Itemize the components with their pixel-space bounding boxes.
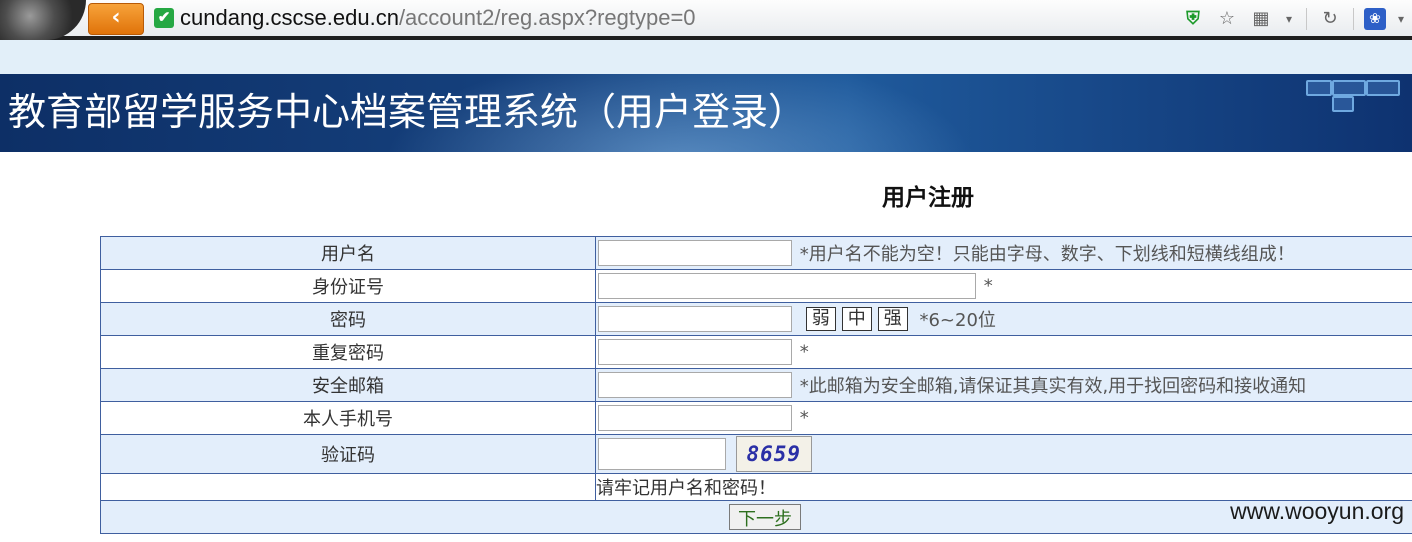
username-hint: *用户名不能为空！只能由字母、数字、下划线和短横线组成！ <box>799 244 1295 265</box>
browser-logo-icon <box>0 0 86 40</box>
secure-check-icon: ✔ <box>154 8 174 28</box>
page-title: 用户注册 <box>882 185 974 211</box>
form-row-username: 用户名 *用户名不能为空！只能由字母、数字、下划线和短横线组成！ <box>100 236 1412 270</box>
strength-strong: 强 <box>877 307 908 331</box>
idcard-input[interactable] <box>598 273 976 299</box>
refresh-icon[interactable]: ↻ <box>1317 6 1343 32</box>
form-row-note: 请牢记用户名和密码！ <box>100 473 1412 501</box>
site-banner: 教育部留学服务中心档案管理系统（用户登录） <box>0 74 1412 152</box>
captcha-input[interactable] <box>598 438 726 470</box>
captcha-image[interactable]: 8659 <box>735 436 812 472</box>
qrcode-icon[interactable]: ▦ <box>1248 6 1274 32</box>
email-hint: *此邮箱为安全邮箱,请保证其真实有效,用于找回密码和接收通知 <box>799 376 1307 397</box>
registration-form: 用户名 *用户名不能为空！只能由字母、数字、下划线和短横线组成！ 身份证号 * … <box>100 236 1412 534</box>
phone-label: 本人手机号 <box>100 401 596 435</box>
form-row-captcha: 验证码 8659 <box>100 434 1412 474</box>
url-path: /account2/reg.aspx?regtype=0 <box>398 5 696 30</box>
phone-input[interactable] <box>598 405 792 431</box>
next-step-button[interactable]: 下一步 <box>729 504 801 530</box>
header-strip <box>0 40 1412 74</box>
shield-icon[interactable]: ⛨ <box>1180 6 1206 32</box>
captcha-label: 验证码 <box>100 434 596 474</box>
password-input[interactable] <box>598 306 792 332</box>
toolbar-right: ⛨ ☆ ▦ ▾ ↻ ❀ ▾ <box>1176 4 1412 34</box>
form-row-submit: 下一步 <box>100 500 1412 534</box>
banner-decoration <box>1306 76 1406 120</box>
watermark: www.wooyun.org <box>1230 498 1404 524</box>
form-row-phone: 本人手机号 * <box>100 401 1412 435</box>
form-row-confirm-password: 重复密码 * <box>100 335 1412 369</box>
idcard-hint: * <box>983 275 993 297</box>
password-label: 密码 <box>100 302 596 336</box>
confirm-password-hint: * <box>799 341 809 363</box>
username-input[interactable] <box>598 240 792 266</box>
toolbar-divider <box>1353 8 1354 30</box>
form-row-email: 安全邮箱 *此邮箱为安全邮箱,请保证其真实有效,用于找回密码和接收通知 <box>100 368 1412 402</box>
phone-hint: * <box>799 407 809 429</box>
strength-medium: 中 <box>841 307 872 331</box>
dropdown-icon[interactable]: ▾ <box>1394 6 1408 32</box>
idcard-label: 身份证号 <box>100 269 596 303</box>
star-icon[interactable]: ☆ <box>1214 6 1240 32</box>
form-row-password: 密码 弱中强 *6~20位 <box>100 302 1412 336</box>
note-spacer <box>100 473 596 501</box>
username-label: 用户名 <box>100 236 596 270</box>
password-hint: *6~20位 <box>919 310 996 331</box>
email-input[interactable] <box>598 372 792 398</box>
confirm-password-label: 重复密码 <box>100 335 596 369</box>
back-button[interactable]: ‹ <box>88 3 144 35</box>
dropdown-icon[interactable]: ▾ <box>1282 6 1296 32</box>
toolbar-divider <box>1306 8 1307 30</box>
browser-toolbar: ‹ ✔ cundang.cscse.edu.cn/account2/reg.as… <box>0 0 1412 40</box>
paw-icon[interactable]: ❀ <box>1364 8 1386 30</box>
remember-note: 请牢记用户名和密码！ <box>595 473 1412 501</box>
form-row-idcard: 身份证号 * <box>100 269 1412 303</box>
address-bar[interactable]: ✔ cundang.cscse.edu.cn/account2/reg.aspx… <box>146 2 1146 34</box>
url-host: cundang.cscse.edu.cn <box>180 5 399 30</box>
confirm-password-input[interactable] <box>598 339 792 365</box>
email-label: 安全邮箱 <box>100 368 596 402</box>
password-strength-meter: 弱中强 <box>805 307 914 331</box>
banner-title: 教育部留学服务中心档案管理系统（用户登录） <box>8 90 807 134</box>
strength-weak: 弱 <box>805 307 836 331</box>
